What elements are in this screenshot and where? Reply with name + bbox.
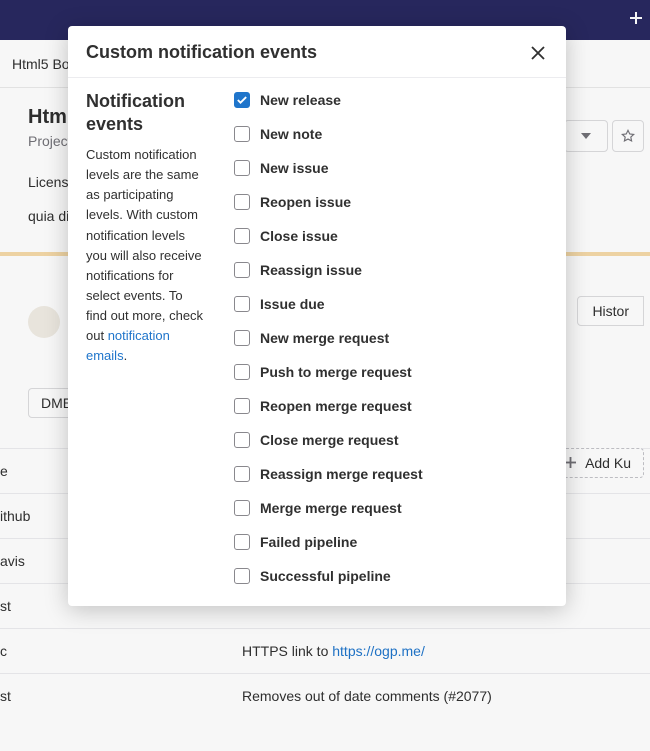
event-checkbox-row[interactable]: New merge request (234, 330, 548, 346)
event-label: Issue due (260, 296, 325, 312)
checkbox[interactable] (234, 466, 250, 482)
modal-title: Custom notification events (86, 42, 317, 63)
event-label: Close issue (260, 228, 338, 244)
checkbox[interactable] (234, 364, 250, 380)
event-label: Reassign merge request (260, 466, 423, 482)
event-label: New release (260, 92, 341, 108)
checkbox[interactable] (234, 126, 250, 142)
checkbox[interactable] (234, 330, 250, 346)
event-label: Push to merge request (260, 364, 412, 380)
event-checkbox-row[interactable]: Issue due (234, 296, 548, 312)
event-label: Failed pipeline (260, 534, 357, 550)
event-checkbox-row[interactable]: New release (234, 92, 548, 108)
event-checkbox-row[interactable]: Close issue (234, 228, 548, 244)
notification-events-list: New release New note New issue Reopen issue… (234, 90, 548, 584)
side-heading: Notification events (86, 90, 206, 135)
checkbox[interactable] (234, 534, 250, 550)
checkbox[interactable] (234, 296, 250, 312)
checkbox[interactable] (234, 262, 250, 278)
event-label: Merge merge request (260, 500, 402, 516)
event-checkbox-row[interactable]: Reassign merge request (234, 466, 548, 482)
event-label: New merge request (260, 330, 389, 346)
side-description: Custom notification levels are the same … (86, 145, 206, 367)
event-checkbox-row[interactable]: Close merge request (234, 432, 548, 448)
checkbox[interactable] (234, 92, 250, 108)
event-checkbox-row[interactable]: Successful pipeline (234, 568, 548, 584)
checkbox[interactable] (234, 160, 250, 176)
event-checkbox-row[interactable]: New note (234, 126, 548, 142)
event-checkbox-row[interactable]: Reopen merge request (234, 398, 548, 414)
event-checkbox-row[interactable]: Push to merge request (234, 364, 548, 380)
checkbox[interactable] (234, 194, 250, 210)
checkbox[interactable] (234, 398, 250, 414)
checkbox[interactable] (234, 228, 250, 244)
event-label: Close merge request (260, 432, 399, 448)
event-checkbox-row[interactable]: Merge merge request (234, 500, 548, 516)
checkbox[interactable] (234, 500, 250, 516)
checkbox[interactable] (234, 432, 250, 448)
event-label: Reassign issue (260, 262, 362, 278)
event-label: Successful pipeline (260, 568, 391, 584)
event-label: New issue (260, 160, 328, 176)
close-button[interactable] (528, 43, 548, 63)
event-checkbox-row[interactable]: Reopen issue (234, 194, 548, 210)
checkbox[interactable] (234, 568, 250, 584)
custom-notification-modal: Custom notification events Notification … (68, 26, 566, 606)
event-label: New note (260, 126, 322, 142)
event-label: Reopen merge request (260, 398, 412, 414)
event-checkbox-row[interactable]: Reassign issue (234, 262, 548, 278)
event-label: Reopen issue (260, 194, 351, 210)
event-checkbox-row[interactable]: Failed pipeline (234, 534, 548, 550)
event-checkbox-row[interactable]: New issue (234, 160, 548, 176)
